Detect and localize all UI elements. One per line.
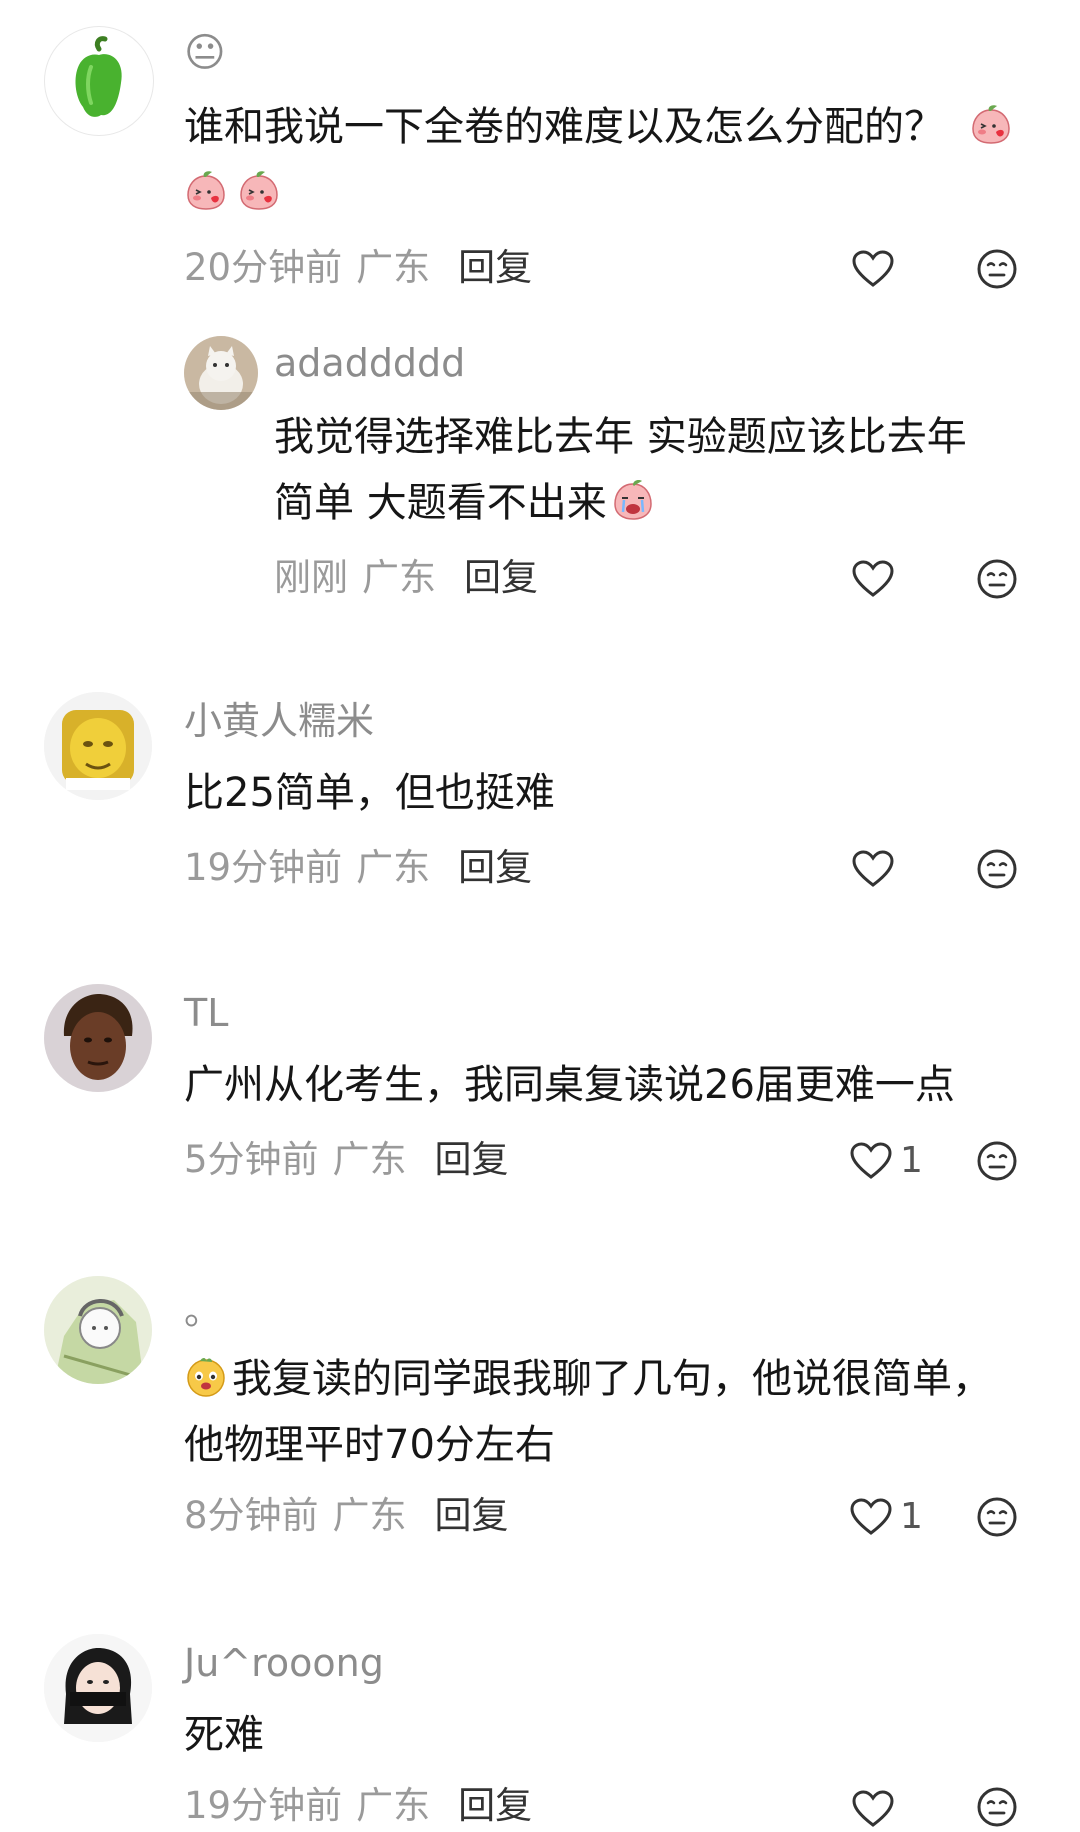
emoji-react-button[interactable] [976,1140,1018,1182]
comment-text-line: 我复读的同学跟我聊了几句，他说很简单， [184,1346,992,1412]
username[interactable]: 😐 [184,30,226,76]
emoji-react-button[interactable] [976,558,1018,600]
comment-text: 比25简单，但也挺难 [184,770,555,816]
yellow-face-avatar-icon [44,692,152,800]
peach-kiss-sticker-icon [237,168,281,212]
yellow-face-sticker-icon [184,1354,228,1398]
like-button[interactable] [852,1786,902,1832]
timestamp: 刚刚 [274,556,348,599]
emoji-face-icon [976,1496,1018,1538]
cat-avatar-icon [184,336,258,410]
avatar[interactable] [44,1276,152,1384]
reply-meta: 刚刚 广东 回复 [274,556,538,600]
reply-button[interactable]: 回复 [464,556,538,599]
like-button[interactable] [852,556,902,602]
comment-meta: 5分钟前 广东 回复 [184,1138,509,1182]
emoji-face-icon [976,1786,1018,1828]
peach-cry-sticker-icon [611,478,655,522]
comment-meta: 19分钟前 广东 回复 [184,846,532,890]
reply-text-line: 简单 大题看不出来 [274,470,967,536]
username[interactable]: adaddddd [274,340,465,386]
comment-text-line: 他物理平时70分左右 [184,1422,555,1468]
comment-text-line: 我复读的同学跟我聊了几句，他说很简单， [232,1356,992,1402]
emoji-face-icon [976,558,1018,600]
comment-meta: 19分钟前 广东 回复 [184,1784,532,1828]
heart-outline-icon [852,560,894,598]
comment-meta: 20分钟前 广东 回复 [184,246,532,290]
username[interactable]: 。 [184,1288,222,1334]
comment-text: 死难 [184,1712,264,1758]
timestamp: 19分钟前 [184,846,343,889]
person-avatar-icon [44,1634,152,1742]
reply-button[interactable]: 回复 [458,846,532,889]
emoji-react-button[interactable] [976,1786,1018,1828]
avatar[interactable] [44,692,152,800]
emoji-face-icon [976,248,1018,290]
reply-button[interactable]: 回复 [435,1494,509,1537]
heart-outline-icon [852,850,894,888]
reply-text-line: 简单 大题看不出来 [274,480,607,526]
reply-button[interactable]: 回复 [435,1138,509,1181]
comment-text: 广州从化考生，我同桌复读说26届更难一点 [184,1062,955,1108]
emoji-react-button[interactable] [976,248,1018,290]
like-button[interactable]: 1 [850,1494,923,1540]
emoji-face-icon [976,1140,1018,1182]
heart-outline-icon [850,1142,892,1180]
location: 广东 [356,246,431,289]
comment-text: 我复读的同学跟我聊了几句，他说很简单， 他物理平时70分左右 [184,1346,992,1478]
heart-outline-icon [852,1790,894,1828]
timestamp: 20分钟前 [184,246,343,289]
username[interactable]: TL [184,990,228,1036]
emoji-react-button[interactable] [976,1496,1018,1538]
timestamp: 19分钟前 [184,1784,343,1827]
reply-button[interactable]: 回复 [458,1784,532,1827]
emoji-react-button[interactable] [976,848,1018,890]
green-pepper-avatar-icon [75,36,122,117]
like-button[interactable] [852,246,902,292]
reply-button[interactable]: 回复 [458,246,532,289]
location: 广东 [356,846,431,889]
anime-avatar-icon [44,1276,152,1384]
reply-text-line: 我觉得选择难比去年 实验题应该比去年 [274,414,967,460]
like-button[interactable] [852,846,902,892]
location: 广东 [332,1494,407,1537]
location: 广东 [362,556,436,599]
reply-text: 我觉得选择难比去年 实验题应该比去年 简单 大题看不出来 [274,404,967,536]
avatar[interactable] [44,984,152,1092]
avatar[interactable] [44,1634,152,1742]
emoji-face-icon [976,848,1018,890]
like-button[interactable]: 1 [850,1138,923,1184]
timestamp: 8分钟前 [184,1494,319,1537]
location: 广东 [356,1784,431,1827]
comment-text: 谁和我说一下全卷的难度以及怎么分配的？ [184,94,1013,160]
heart-outline-icon [852,250,894,288]
like-count: 1 [900,1496,923,1537]
peach-kiss-sticker-icon [969,102,1013,146]
comment-text-line: 谁和我说一下全卷的难度以及怎么分配的？ [184,104,944,150]
comment-meta: 8分钟前 广东 回复 [184,1494,509,1538]
sticker-row [184,168,281,212]
like-count: 1 [900,1140,923,1181]
location: 广东 [332,1138,407,1181]
avatar[interactable] [184,336,258,410]
username[interactable]: Ju^rooong [184,1640,384,1686]
avatar[interactable] [44,26,154,136]
username[interactable]: 小黄人糯米 [184,698,374,744]
peach-kiss-sticker-icon [184,168,228,212]
timestamp: 5分钟前 [184,1138,319,1181]
person-avatar-icon [44,984,152,1092]
heart-outline-icon [850,1498,892,1536]
